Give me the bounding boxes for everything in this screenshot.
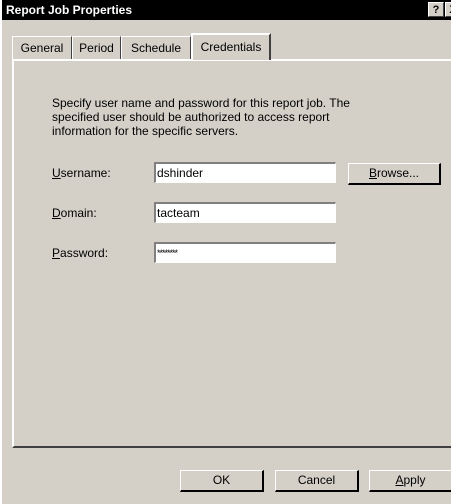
browse-button[interactable]: Browse... bbox=[348, 163, 441, 185]
apply-button[interactable]: Apply bbox=[369, 470, 451, 492]
dialog-window: Report Job Properties ? X General Period… bbox=[0, 0, 451, 504]
ok-button[interactable]: OK bbox=[180, 470, 264, 492]
username-label: Username: bbox=[52, 166, 111, 180]
help-button[interactable]: ? bbox=[428, 2, 444, 17]
password-field[interactable] bbox=[154, 242, 336, 263]
credentials-description: Specify user name and password for this … bbox=[52, 96, 350, 138]
title-bar: Report Job Properties ? X bbox=[2, 0, 451, 20]
cancel-button[interactable]: Cancel bbox=[275, 470, 359, 492]
tab-credentials[interactable]: Credentials bbox=[191, 33, 271, 60]
window-title: Report Job Properties bbox=[6, 3, 133, 17]
domain-label: Domain: bbox=[52, 206, 97, 220]
tab-general[interactable]: General bbox=[12, 36, 72, 59]
domain-field[interactable] bbox=[154, 202, 336, 223]
username-field[interactable] bbox=[154, 162, 336, 183]
password-label: Password: bbox=[52, 246, 109, 260]
button-bar: OK Cancel Apply bbox=[2, 456, 451, 504]
tab-period[interactable]: Period bbox=[72, 36, 121, 59]
tab-schedule[interactable]: Schedule bbox=[121, 36, 191, 59]
close-button[interactable]: X bbox=[445, 2, 451, 17]
